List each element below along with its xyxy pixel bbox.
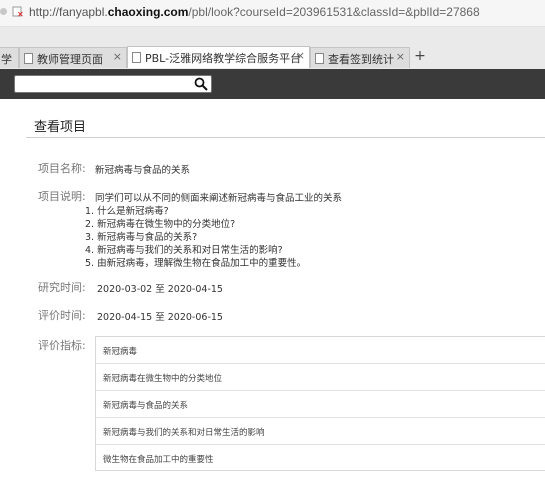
indicator-item: 新冠病毒与食品的关系 (96, 391, 545, 418)
project-name-value: 新冠病毒与食品的关系 (95, 165, 191, 176)
svg-text:✕: ✕ (17, 10, 24, 18)
desc-line: 5. 由新冠病毒，理解微生物在食品加工中的重要性。 (85, 258, 307, 269)
desc-line: 同学们可以从不同的侧面来阐述新冠病毒与食品工业的关系 (95, 193, 343, 204)
tab-attendance-stats[interactable]: 查看签到统计 × (310, 47, 410, 68)
indicator-item: 新冠病毒在微生物中的分类地位 (96, 364, 545, 391)
indicators-label: 评价指标: (38, 339, 86, 352)
address-bar[interactable]: ✕ http://fanyapbl.chaoxing.com/pbl/look?… (0, 0, 545, 27)
desc-line: 3. 新冠病毒与食品的关系? (85, 232, 198, 243)
close-tab-icon[interactable]: × (113, 50, 122, 63)
indicators-list: 新冠病毒 新冠病毒在微生物中的分类地位 新冠病毒与食品的关系 新冠病毒与我们的关… (95, 336, 545, 471)
research-time-label: 研究时间: (38, 281, 86, 294)
page-icon (315, 53, 324, 64)
project-desc-label: 项目说明: (38, 190, 86, 203)
url-domain: chaoxing.com (107, 5, 189, 19)
tab-strip: 学 教师管理页面 × PBL-泛雅网络教学综合服务平台 × 查看签到统计 × + (0, 27, 545, 69)
search-icon[interactable] (194, 77, 208, 91)
tab-partial[interactable]: 学 (0, 47, 19, 68)
url-prefix: http://fanyapbl. (29, 5, 108, 19)
indicator-item: 新冠病毒与我们的关系和对日常生活的影响 (96, 418, 545, 445)
tab-label: 查看签到统计 (328, 53, 394, 66)
eval-time-value: 2020-04-15 至 2020-06-15 (97, 312, 223, 323)
search-box (14, 75, 212, 96)
eval-time-label: 评价时间: (38, 309, 86, 322)
title-divider (26, 137, 545, 138)
desc-line: 1. 什么是新冠病毒? (85, 206, 169, 217)
tab-label: 教师管理页面 (37, 53, 103, 66)
research-time-value: 2020-03-02 至 2020-04-15 (97, 284, 223, 295)
indicator-item: 微生物在食品加工中的重要性 (103, 455, 214, 465)
new-tab-button[interactable]: + (412, 47, 428, 65)
page-icon (132, 52, 141, 63)
close-tab-icon[interactable]: × (396, 50, 405, 63)
tab-label: PBL-泛雅网络教学综合服务平台 (145, 52, 302, 65)
indicator-item: 新冠病毒 (96, 337, 545, 364)
site-header (0, 69, 545, 99)
close-tab-icon[interactable]: × (296, 49, 305, 62)
url-path: /pbl/look?courseId=203961531&classId=&pb… (188, 5, 480, 19)
project-name-label: 项目名称: (38, 162, 86, 175)
desc-line: 4. 新冠病毒与我们的关系和对日常生活的影响? (85, 245, 283, 256)
page-info-dot-icon (0, 8, 7, 15)
tab-teacher-admin[interactable]: 教师管理页面 × (19, 47, 127, 68)
tab-label: 学 (1, 53, 12, 66)
page-icon (24, 53, 33, 64)
page-title: 查看项目 (34, 120, 87, 135)
desc-line: 2. 新冠病毒在微生物中的分类地位? (85, 219, 236, 230)
insecure-page-icon[interactable]: ✕ (12, 6, 24, 18)
url-text[interactable]: http://fanyapbl.chaoxing.com/pbl/look?co… (29, 5, 480, 19)
search-input[interactable] (15, 79, 193, 96)
tab-pbl-platform[interactable]: PBL-泛雅网络教学综合服务平台 × (127, 46, 310, 68)
